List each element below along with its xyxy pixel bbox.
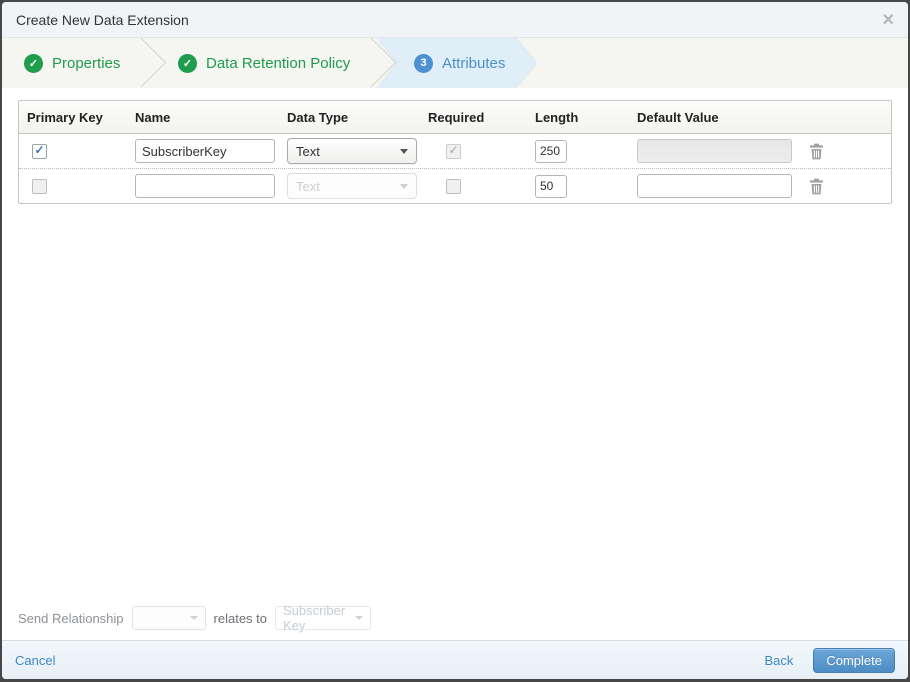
step-properties[interactable]: ✓ Properties: [24, 38, 120, 88]
send-relationship-label: Send Relationship: [18, 610, 124, 626]
modal-title: Create New Data Extension: [16, 11, 189, 28]
primary-key-checkbox[interactable]: [32, 143, 47, 159]
step-attributes-active[interactable]: 3 Attributes: [378, 38, 536, 88]
length-input[interactable]: [535, 139, 567, 163]
attributes-table-header: Primary Key Name Data Type Required Leng…: [19, 101, 891, 134]
data-type-select: Text: [287, 173, 417, 199]
name-input[interactable]: [135, 139, 275, 163]
cancel-link[interactable]: Cancel: [15, 653, 55, 668]
complete-button[interactable]: Complete: [813, 647, 895, 673]
chevron-down-icon: [400, 148, 408, 154]
step-properties-label: Properties: [52, 54, 121, 72]
default-value-input: [637, 139, 792, 163]
check-glyph: ✓: [182, 57, 193, 70]
data-type-value: Text: [296, 178, 320, 194]
modal-titlebar: Create New Data Extension ×: [2, 2, 908, 38]
chevron-down-icon: [189, 616, 198, 620]
trash-icon: [810, 143, 823, 159]
send-relationship-row: Send Relationship relates to Subscriber …: [18, 603, 372, 633]
step-complete-check-icon: ✓: [178, 53, 197, 73]
name-input[interactable]: [135, 174, 275, 198]
header-length: Length: [535, 109, 579, 125]
chevron-down-icon: [400, 183, 408, 189]
step-number-badge: 3: [414, 53, 433, 73]
delete-row-button[interactable]: [809, 178, 824, 195]
delete-row-button[interactable]: [809, 143, 824, 160]
table-row: Text: [19, 134, 891, 168]
step-data-retention-policy-label: Data Retention Policy: [206, 54, 351, 72]
data-type-value: Text: [296, 143, 320, 159]
step-data-retention-policy[interactable]: ✓ Data Retention Policy: [178, 38, 350, 88]
required-checkbox[interactable]: [446, 178, 461, 194]
chevron-down-icon: [355, 616, 364, 620]
header-primary-key: Primary Key: [27, 109, 103, 125]
header-data-type: Data Type: [287, 109, 349, 125]
check-glyph: ✓: [28, 57, 39, 70]
create-data-extension-modal: Create New Data Extension × ✓ Properties…: [2, 2, 908, 679]
required-checkbox: [446, 143, 461, 159]
default-value-input[interactable]: [637, 174, 792, 198]
relates-to-select: Subscriber Key: [275, 603, 372, 633]
step-complete-check-icon: ✓: [24, 53, 43, 73]
data-type-select[interactable]: Text: [287, 138, 417, 164]
step-attributes-label: Attributes: [442, 54, 506, 72]
primary-key-checkbox[interactable]: [32, 178, 47, 194]
header-name: Name: [135, 109, 171, 125]
modal-content: Primary Key Name Data Type Required Leng…: [2, 88, 908, 640]
relates-to-value: Subscriber Key: [283, 603, 346, 633]
trash-icon: [810, 178, 823, 194]
close-icon[interactable]: ×: [882, 10, 894, 30]
attributes-table: Primary Key Name Data Type Required Leng…: [18, 100, 892, 204]
table-row: Text: [19, 168, 891, 203]
back-link[interactable]: Back: [764, 653, 793, 668]
header-default-value: Default Value: [637, 109, 719, 125]
send-relationship-select: [131, 606, 206, 630]
step-separator-chevron-icon: [116, 38, 167, 88]
wizard-steps-bar: ✓ Properties ✓ Data Retention Policy 3 A…: [2, 38, 908, 89]
header-required: Required: [428, 109, 485, 125]
modal-footer: Cancel Back Complete: [2, 640, 908, 679]
relates-to-label: relates to: [213, 610, 268, 626]
length-input[interactable]: [535, 174, 567, 198]
